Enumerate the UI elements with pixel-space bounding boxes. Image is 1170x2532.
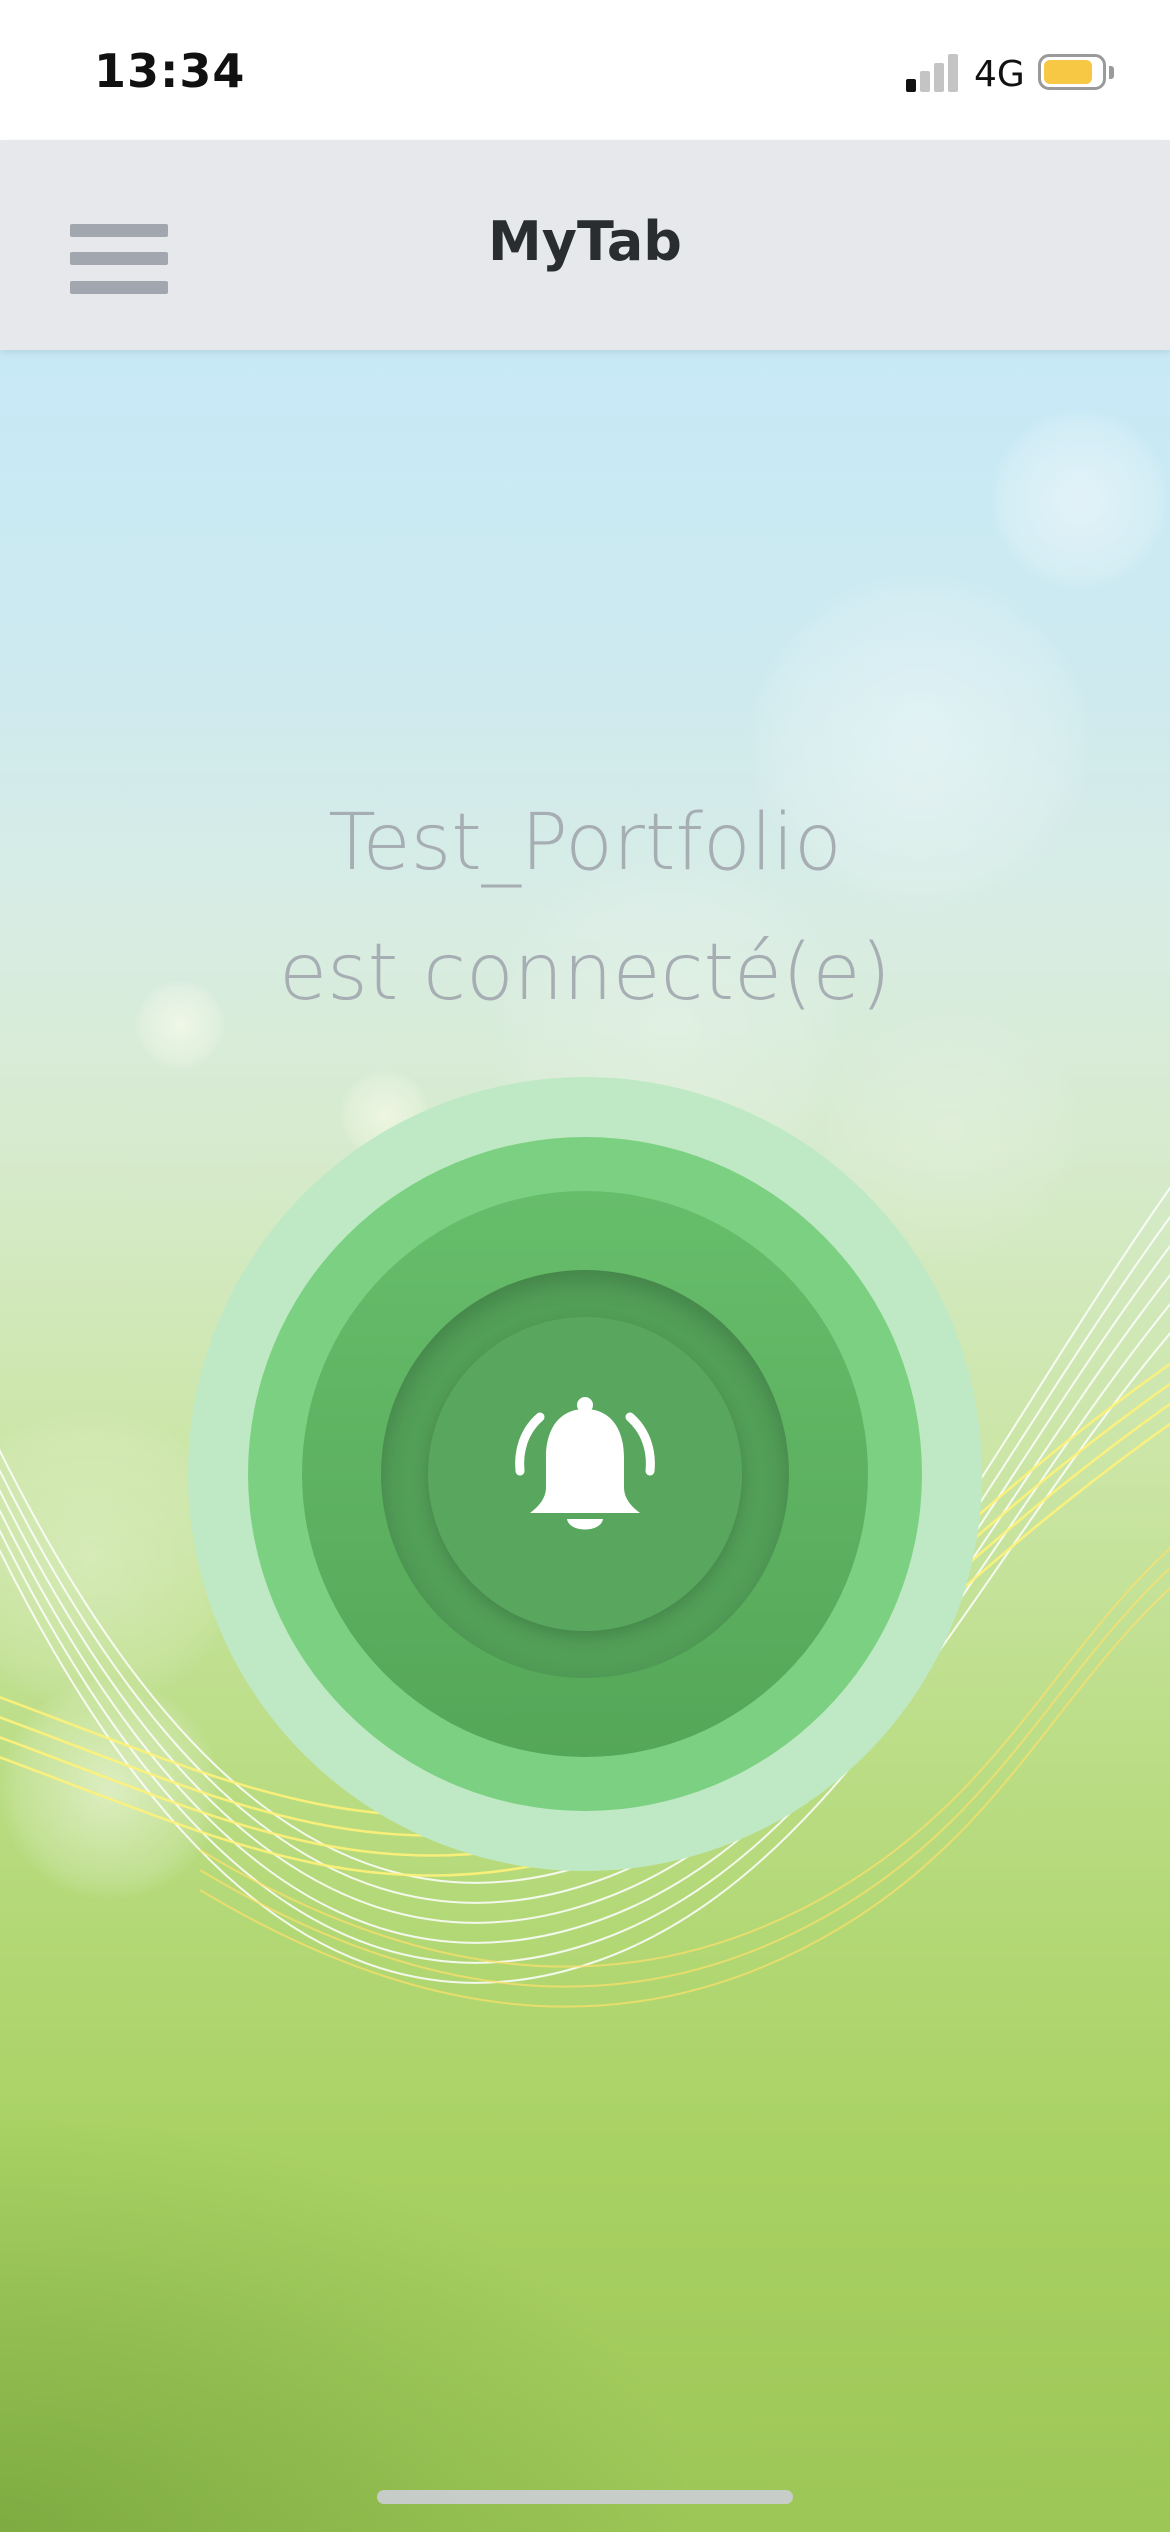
corner-shade [0,2112,700,2532]
battery-tip [1109,66,1114,79]
bell-icon [515,1397,655,1530]
signal-bar [906,79,916,92]
battery-fill [1044,60,1092,84]
connection-state: est connecté(e) [279,928,891,1018]
nav-bar: MyTab [0,140,1170,350]
menu-line [70,281,168,294]
page-title: MyTab [488,210,682,273]
alarm-button[interactable] [188,1077,982,1871]
signal-bar [920,71,930,92]
status-time: 13:34 [94,44,246,98]
battery-icon [1038,54,1106,90]
connection-status: Test_Portfolio est connecté(e) [0,778,1170,1038]
signal-strength-icon [906,54,958,92]
network-type: 4G [974,54,1025,95]
home-indicator[interactable] [377,2490,793,2504]
portfolio-name: Test_Portfolio [328,798,842,888]
status-bar: 13:34 4G [0,0,1170,140]
signal-bar [948,54,958,92]
signal-bar [934,63,944,92]
